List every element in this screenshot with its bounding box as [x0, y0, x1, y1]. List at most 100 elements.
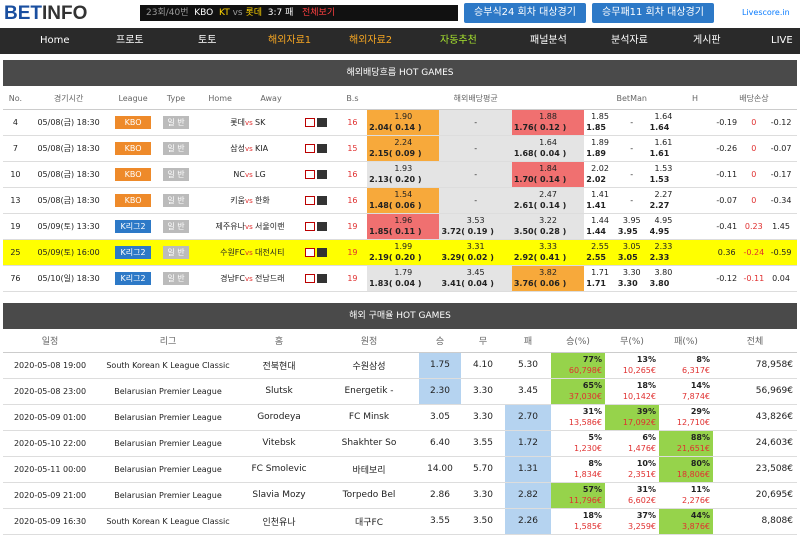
- odds-away: 3.33 2.92( 0.41 ): [511, 239, 585, 266]
- nav-analysis-data[interactable]: 분석자료: [611, 28, 648, 54]
- league-badge[interactable]: KBO: [115, 115, 152, 129]
- nav-panel-analysis[interactable]: 패널분석: [530, 28, 567, 54]
- away-team[interactable]: Torpedo Bel: [319, 482, 419, 509]
- h2h-icon[interactable]: [305, 143, 316, 153]
- match-date: 2020-05-11 00:00: [3, 456, 97, 483]
- home-team[interactable]: 제주유나: [195, 213, 245, 240]
- home-team[interactable]: 경남FC: [195, 265, 245, 292]
- odds-loss: 3.45: [505, 378, 551, 405]
- h2h-icon[interactable]: [305, 169, 316, 179]
- table-row[interactable]: 76 05/10(일) 18:30 K리그2 일 반 경남FC vs 전남드래 …: [3, 265, 797, 292]
- away-team[interactable]: Energetik -: [319, 378, 419, 405]
- view-all-link[interactable]: 전체보기: [302, 8, 335, 18]
- away-team[interactable]: 수원삼성: [319, 352, 419, 379]
- league-badge[interactable]: K리그2: [115, 219, 152, 233]
- h2h-icon[interactable]: [305, 221, 316, 231]
- away-team[interactable]: 대구FC: [319, 508, 419, 535]
- nav-home[interactable]: Home: [40, 28, 70, 54]
- away-team[interactable]: 대전시티: [255, 248, 284, 257]
- table-row[interactable]: 2020-05-11 00:00 Belarusian Premier Leag…: [3, 456, 797, 483]
- h2h-icon[interactable]: [305, 117, 316, 127]
- chart-icon[interactable]: [317, 195, 328, 205]
- table-row[interactable]: 2020-05-08 19:00 South Korean K League C…: [3, 352, 797, 379]
- home-team[interactable]: Gorodeya: [239, 404, 319, 431]
- betman-home: 2.02 2.02: [584, 161, 616, 188]
- home-team[interactable]: 전북현대: [239, 352, 319, 379]
- table-row[interactable]: 19 05/09(토) 13:30 K리그2 일 반 제주유나 vs 서울이랜 …: [3, 213, 797, 240]
- home-team[interactable]: FC Smolevic: [239, 456, 319, 483]
- league-badge[interactable]: KBO: [115, 167, 152, 181]
- league-badge[interactable]: K리그2: [115, 271, 152, 285]
- win-percent: 5% 1,230€: [551, 430, 605, 457]
- site-logo[interactable]: BETINFO: [4, 3, 87, 25]
- odds-loss: 2.70: [505, 404, 551, 431]
- home-team[interactable]: 수원FC: [195, 239, 245, 266]
- nav-proto[interactable]: 프로토: [116, 28, 144, 54]
- diff-draw: 0: [742, 109, 766, 136]
- chart-icon[interactable]: [317, 117, 328, 127]
- away-team[interactable]: 전남드래: [255, 274, 284, 283]
- odds-away: 1.64 1.68( 0.04 ): [511, 135, 585, 162]
- home-team[interactable]: Slavia Mozy: [239, 482, 319, 509]
- table-row[interactable]: 25 05/09(토) 16:00 K리그2 일 반 수원FC vs 대전시티 …: [3, 239, 797, 266]
- away-team[interactable]: LG: [255, 170, 266, 179]
- away-team[interactable]: 한화: [255, 196, 270, 205]
- h2h-icon[interactable]: [305, 273, 316, 283]
- draw-percent: 10% 2,351€: [605, 456, 659, 483]
- table-row[interactable]: 2020-05-09 16:30 South Korean K League C…: [3, 508, 797, 535]
- away-team[interactable]: 서울이랜: [255, 222, 284, 231]
- away-team[interactable]: 바테보리: [319, 456, 419, 483]
- league-badge[interactable]: KBO: [115, 141, 152, 155]
- away-team[interactable]: FC Minsk: [319, 404, 419, 431]
- chart-icon[interactable]: [317, 169, 328, 179]
- table-row[interactable]: 10 05/08(금) 18:30 KBO 일 반 NC vs LG 16 1.…: [3, 161, 797, 188]
- table-row[interactable]: 4 05/08(금) 18:30 KBO 일 반 롯데 vs SK 16 1.9…: [3, 109, 797, 136]
- nav-overseas-1[interactable]: 해외자료1: [268, 28, 311, 54]
- home-team[interactable]: 삼성: [195, 135, 245, 162]
- diff-home: -0.07: [710, 187, 743, 214]
- betman-away: 1.61 1.61: [647, 135, 680, 162]
- home-team[interactable]: 키움: [195, 187, 245, 214]
- table-row[interactable]: 2020-05-09 21:00 Belarusian Premier Leag…: [3, 482, 797, 509]
- nav-board[interactable]: 게시판: [693, 28, 721, 54]
- home-team[interactable]: Slutsk: [239, 378, 319, 405]
- table-row[interactable]: 2020-05-09 01:00 Belarusian Premier Leag…: [3, 404, 797, 431]
- main-nav: Home 프로토 토토 해외자료1 해외자료2 자동추천 패널분석 분석자료 게…: [0, 28, 800, 54]
- home-team[interactable]: 롯데: [195, 109, 245, 136]
- bs-value: 15: [337, 135, 368, 162]
- odds-draw: 3.50: [461, 508, 505, 535]
- top-button-2[interactable]: 승무패11 회차 대상경기: [592, 3, 714, 23]
- table-row[interactable]: 2020-05-10 22:00 Belarusian Premier Leag…: [3, 430, 797, 457]
- total-amount: 23,508€: [713, 456, 797, 483]
- chart-icon[interactable]: [317, 143, 328, 153]
- livescore-link[interactable]: Livescore.in: [742, 8, 790, 17]
- league-badge[interactable]: K리그2: [115, 245, 152, 259]
- live-score-ticker[interactable]: 23회/40번 KBO KT vs 롯데 3:7 패 전체보기: [140, 5, 458, 21]
- total-amount: 78,958€: [713, 352, 797, 379]
- h2h-icon[interactable]: [305, 247, 316, 257]
- odds-win: 2.30: [419, 378, 461, 405]
- nav-overseas-2[interactable]: 해외자료2: [349, 28, 392, 54]
- home-team[interactable]: 인천유나: [239, 508, 319, 535]
- table-row[interactable]: 7 05/08(금) 18:30 KBO 일 반 삼성 vs KIA 15 2.…: [3, 135, 797, 162]
- chart-icon[interactable]: [317, 221, 328, 231]
- nav-toto[interactable]: 토토: [198, 28, 216, 54]
- bs-value: 19: [337, 265, 368, 292]
- table-row[interactable]: 13 05/08(금) 18:30 KBO 일 반 키움 vs 한화 16 1.…: [3, 187, 797, 214]
- chart-icon[interactable]: [317, 273, 328, 283]
- home-team[interactable]: Vitebsk: [239, 430, 319, 457]
- away-team[interactable]: Shakhter So: [319, 430, 419, 457]
- away-team[interactable]: SK: [255, 118, 265, 127]
- away-team[interactable]: KIA: [255, 144, 268, 153]
- table-row[interactable]: 2020-05-08 23:00 Belarusian Premier Leag…: [3, 378, 797, 405]
- league-badge[interactable]: KBO: [115, 193, 152, 207]
- type-badge: 일 반: [163, 245, 190, 259]
- nav-live[interactable]: LIVE: [771, 28, 793, 54]
- odds-draw: 4.10: [461, 352, 505, 379]
- top-button-1[interactable]: 승부식24 회차 대상경기: [464, 3, 586, 23]
- h2h-icon[interactable]: [305, 195, 316, 205]
- chart-icon[interactable]: [317, 247, 328, 257]
- loss-percent: 14% 7,874€: [659, 378, 713, 405]
- nav-auto-recommend[interactable]: 자동추천: [440, 28, 477, 54]
- home-team[interactable]: NC: [195, 161, 245, 188]
